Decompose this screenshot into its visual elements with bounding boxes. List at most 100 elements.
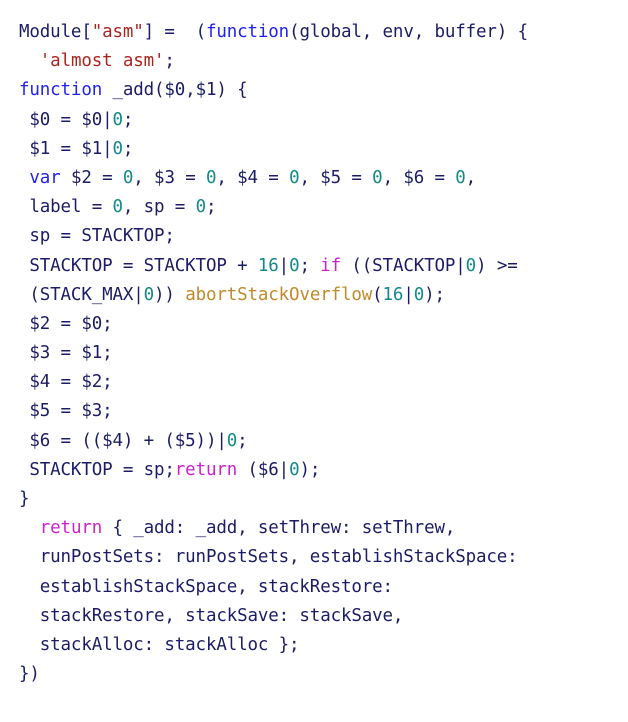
code-token-plain: establishStackSpace, stackRestore: [19, 576, 393, 597]
code-token-kw: function [205, 22, 290, 42]
code-token-plain: (STACK_MAX| [19, 284, 144, 305]
code-token-plain: ((STACKTOP| [341, 255, 466, 276]
code-token-punct: = ( [154, 22, 206, 42]
code-token-num: 0 [289, 459, 300, 480]
code-token-plain: )) [154, 284, 186, 305]
code-token-punct: ; [164, 51, 175, 72]
code-token-plain: $4 = $2; [19, 372, 113, 393]
code-token-ctrl: return [39, 518, 103, 539]
code-line: establishStackSpace, stackRestore: [0, 573, 628, 602]
code-token-plain: stackRestore, stackSave: stackSave, [19, 605, 404, 626]
code-token-plain: $2 = $0; [19, 313, 113, 334]
code-token-plain: (global, env, buffer) { [289, 22, 528, 42]
code-token-plain: ($6| [237, 459, 290, 480]
code-line: 'almost asm'; [0, 47, 628, 76]
code-line: stackAlloc: stackAlloc }; [0, 631, 628, 660]
code-token-num: 0 [122, 167, 134, 188]
code-line: stackRestore, stackSave: stackSave, [0, 602, 628, 631]
code-token-plain: STACKTOP = sp; [19, 459, 175, 480]
code-line: STACKTOP = sp;return ($6|0); [0, 456, 628, 485]
code-token-num: 0 [289, 255, 300, 276]
code-token-num: 0 [455, 167, 466, 188]
code-line: $2 = $0; [0, 310, 628, 339]
code-token-ctrl: if [320, 255, 342, 276]
code-line: Module["asm"] = (function(global, env, b… [0, 18, 628, 47]
code-token-plain: ( [372, 284, 383, 305]
code-token-ctrl: return [174, 459, 238, 480]
code-token-plain: } [19, 489, 30, 509]
code-token-kw: var [29, 167, 61, 188]
code-viewer[interactable]: Module["asm"] = (function(global, env, b… [0, 0, 628, 722]
code-token-plain: ); [299, 459, 321, 480]
code-token-plain: _add($0,$1) { [102, 80, 248, 101]
code-token-num: 0 [289, 167, 300, 188]
code-token-kw: function [19, 80, 103, 101]
code-line: (STACK_MAX|0)) abortStackOverflow(16|0); [0, 281, 628, 310]
code-token-plain: STACKTOP = STACKTOP + [19, 255, 258, 276]
code-line: $6 = (($4) + ($5))|0; [0, 427, 628, 456]
code-token-plain: , $4 = [216, 167, 290, 188]
code-token-str: 'almost asm' [39, 51, 165, 72]
code-token-plain: , $6 = [382, 167, 456, 188]
code-token-plain: $2 = [60, 167, 123, 188]
code-token-plain: { _add: _add, setThrew: setThrew, [102, 518, 456, 539]
code-token-punct: ; [122, 109, 134, 130]
code-line: STACKTOP = STACKTOP + 16|0; if ((STACKTO… [0, 252, 628, 281]
code-line: $4 = $2; [0, 368, 628, 397]
code-token-plain: sp = STACKTOP; [19, 226, 175, 247]
code-token-plain: $0 = $0| [19, 109, 113, 130]
code-token-plain: , $3 = [133, 167, 206, 188]
code-token-num: 16 [257, 255, 279, 276]
code-token-plain: $5 = $3; [19, 401, 113, 422]
code-token-num: 0 [372, 167, 383, 188]
code-line: $5 = $3; [0, 397, 628, 426]
code-token-num: 0 [143, 284, 155, 305]
code-line: sp = STACKTOP; [0, 222, 628, 251]
code-token-num: 0 [112, 109, 123, 130]
code-token-punct: ; [122, 138, 134, 159]
code-line: }) [0, 660, 628, 689]
code-line: function _add($0,$1) { [0, 76, 628, 105]
code-token-plain: , sp = [122, 197, 196, 218]
code-line: } [0, 485, 628, 514]
code-token-plain: runPostSets: runPostSets, establishStack… [19, 547, 518, 568]
code-token-plain: }) [19, 664, 40, 685]
code-token-num: 0 [112, 138, 123, 159]
code-line: $1 = $1|0; [0, 135, 628, 164]
code-token-plain: stackAlloc: stackAlloc }; [19, 634, 300, 655]
code-token-plain: $3 = $1; [19, 343, 113, 364]
code-token-punct: ; [237, 430, 248, 451]
code-token-fn: abortStackOverflow [185, 284, 373, 305]
code-token-plain: Module [19, 22, 82, 42]
code-token-plain: $6 = (($4) + ($5))| [19, 430, 227, 451]
code-line: var $2 = 0, $3 = 0, $4 = 0, $5 = 0, $6 =… [0, 164, 628, 193]
code-token-plain: label = [19, 197, 113, 218]
code-token-punct: [ [81, 22, 92, 42]
code-token-str: "asm" [91, 22, 144, 42]
code-token-plain: , $5 = [299, 167, 373, 188]
code-line: return { _add: _add, setThrew: setThrew, [0, 514, 628, 543]
code-token-num: 0 [205, 167, 217, 188]
code-token-num: 0 [226, 430, 238, 451]
code-line: runPostSets: runPostSets, establishStack… [0, 543, 628, 572]
code-token-num: 16 [382, 284, 404, 305]
code-line: $3 = $1; [0, 339, 628, 368]
code-token-punct: ] [143, 22, 155, 42]
code-token-plain: ); [424, 284, 445, 305]
code-token-punct: ; [299, 255, 321, 276]
code-token-num: 0 [413, 284, 425, 305]
code-token-punct: , [465, 167, 477, 188]
code-token-plain: | [278, 255, 290, 276]
code-token-num: 0 [465, 255, 477, 276]
code-token-plain: $1 = $1| [19, 138, 113, 159]
code-token-plain: ) >= [476, 255, 518, 276]
code-token-plain: | [403, 284, 414, 305]
code-line: label = 0, sp = 0; [0, 193, 628, 222]
code-token-num: 0 [195, 197, 207, 218]
code-token-num: 0 [112, 197, 123, 218]
code-token-punct: ; [205, 197, 217, 218]
code-line: $0 = $0|0; [0, 106, 628, 135]
